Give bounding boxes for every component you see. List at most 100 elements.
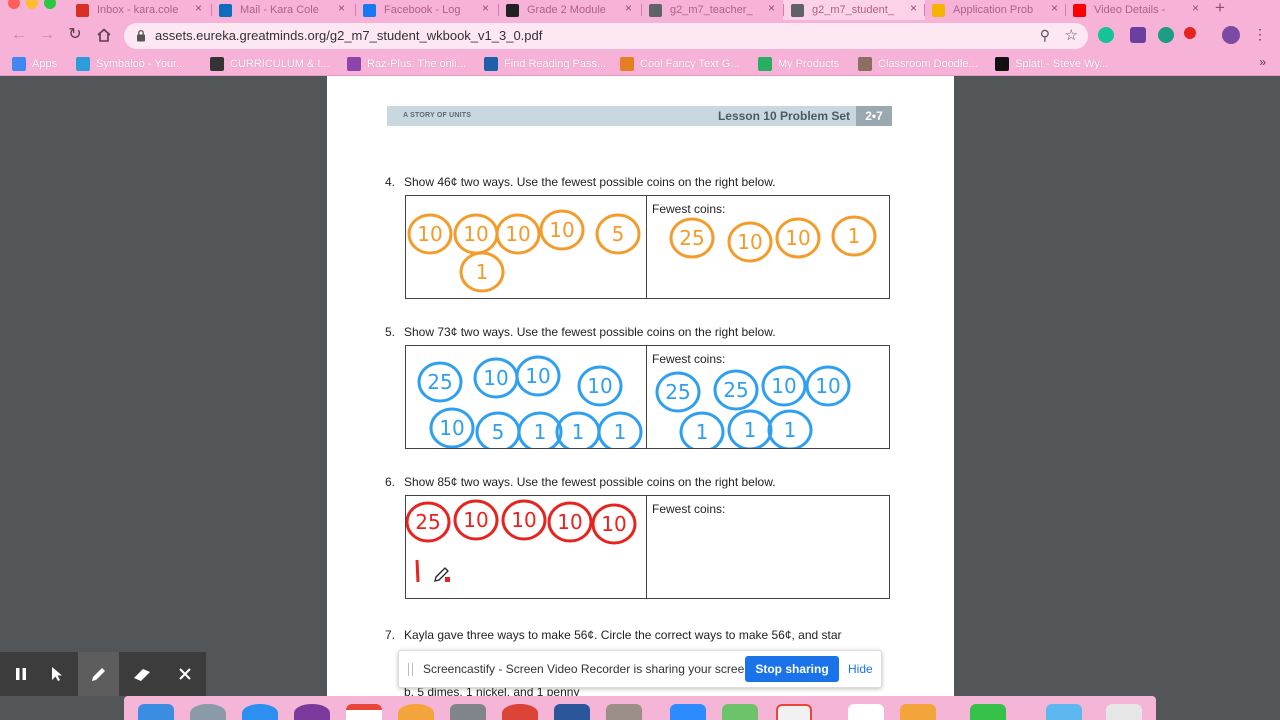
- bookmark-item[interactable]: Apps: [12, 56, 57, 72]
- stop-sharing-button[interactable]: Stop sharing: [745, 656, 839, 682]
- bookmark-item[interactable]: Splat! - Steve Wy...: [995, 56, 1108, 72]
- pencil-app-icon[interactable]: [900, 704, 936, 720]
- answer-box-6[interactable]: Fewest coins: 25 10 10 10 10: [405, 495, 890, 599]
- browser-tab[interactable]: Video Details - ×: [1065, 0, 1207, 20]
- close-tab-icon[interactable]: ×: [338, 1, 345, 15]
- profile-avatar[interactable]: [1222, 26, 1240, 44]
- browser-tab[interactable]: Inbox - kara.cole ×: [68, 0, 210, 20]
- close-tab-icon[interactable]: ×: [625, 1, 632, 15]
- problem-number: 7.: [385, 628, 396, 642]
- bookmark-star-icon[interactable]: ☆: [1065, 26, 1078, 44]
- tab-separator: [498, 4, 499, 16]
- bookmark-item[interactable]: Symbaloo - Your...: [76, 56, 185, 72]
- problem-text: Show 46¢ two ways. Use the fewest possib…: [404, 175, 776, 189]
- close-tab-icon[interactable]: ×: [910, 1, 917, 15]
- more-bookmarks-icon[interactable]: »: [1259, 55, 1266, 69]
- ink-drawing-layer: 25 10 10 10 10: [406, 499, 637, 583]
- browser-tab[interactable]: g2_m7_teacher_ ×: [641, 0, 783, 20]
- pdf-page[interactable]: A STORY OF UNITS Lesson 10 Problem Set 2…: [327, 76, 954, 696]
- browser-tab[interactable]: Mail - Kara Cole ×: [211, 0, 353, 20]
- bookmark-item[interactable]: Find Reading Pass...: [484, 56, 606, 72]
- coin-value-label: 10: [557, 510, 582, 534]
- bookmark-item[interactable]: My Products: [758, 56, 839, 72]
- problem-number: 6.: [385, 475, 396, 489]
- close-tab-icon[interactable]: ×: [768, 1, 775, 15]
- coin-value-label: 10: [511, 508, 536, 532]
- siri-icon[interactable]: [294, 704, 330, 720]
- raz-plus-icon: [347, 57, 361, 71]
- forward-button[interactable]: →: [36, 24, 58, 46]
- word-icon[interactable]: [554, 704, 590, 720]
- pen-tool-button[interactable]: [78, 652, 119, 696]
- pause-recording-button[interactable]: [0, 652, 41, 696]
- system-preferences-icon[interactable]: [450, 704, 486, 720]
- splat-icon: [995, 57, 1009, 71]
- browser-tab[interactable]: g2_m7_student_ ×: [783, 0, 925, 20]
- bookmark-item[interactable]: Classroom Doodle...: [858, 56, 978, 72]
- safari-icon[interactable]: [242, 704, 278, 720]
- close-tab-icon[interactable]: ×: [195, 1, 202, 15]
- coin-value-label: 25: [679, 226, 704, 250]
- reload-button[interactable]: ↻: [64, 24, 86, 46]
- maps-icon[interactable]: [722, 704, 758, 720]
- tab-separator: [783, 4, 784, 16]
- grade-module-badge: 2•7: [856, 106, 892, 126]
- browser-tab[interactable]: Application Prob ×: [924, 0, 1066, 20]
- calendar-icon[interactable]: [346, 704, 382, 720]
- browser-menu-icon[interactable]: ⋮: [1253, 26, 1267, 43]
- bookmark-label: Symbaloo - Your...: [96, 58, 186, 70]
- zoom-app-icon[interactable]: [670, 704, 706, 720]
- home-button[interactable]: [93, 24, 115, 46]
- news-icon[interactable]: [776, 704, 812, 720]
- zoom-icon[interactable]: ⚲: [1040, 27, 1050, 44]
- coin-value-label: 1: [784, 418, 797, 442]
- drawn-coin: 1: [727, 409, 773, 448]
- answer-box-4[interactable]: Fewest coins: 10 10 10 10 5 1 25 10 10 1: [405, 195, 890, 299]
- bookmark-label: My Products: [778, 58, 840, 70]
- browser-tab[interactable]: Grade 2 Module ×: [498, 0, 640, 20]
- extension-a-icon[interactable]: [1158, 27, 1174, 43]
- hide-notification-button[interactable]: Hide: [848, 651, 873, 687]
- bookmark-item[interactable]: CURRICULUM & I...: [210, 56, 330, 72]
- maximize-window-button[interactable]: [44, 0, 56, 9]
- problem-number: 4.: [385, 175, 396, 189]
- photos-icon[interactable]: [398, 704, 434, 720]
- minimize-window-button[interactable]: [26, 0, 38, 9]
- finder-icon[interactable]: [138, 704, 174, 720]
- tab-label: Grade 2 Module: [527, 4, 606, 16]
- bookmark-label: CURRICULUM & I...: [230, 58, 330, 70]
- answer-box-5[interactable]: Fewest coins: 25 10 10 10 10 5 1 1 1 25 25 10 10 1 1 1: [405, 345, 890, 449]
- extension-p-icon[interactable]: [1130, 27, 1146, 43]
- mascot-app-icon[interactable]: [606, 704, 642, 720]
- close-tab-icon[interactable]: ×: [1051, 1, 1058, 15]
- extension-record-icon[interactable]: [1184, 27, 1196, 39]
- bookmark-item[interactable]: Raz-Plus: The onli...: [347, 56, 466, 72]
- coin-value-label: 1: [534, 420, 547, 444]
- facetime-icon[interactable]: [970, 704, 1006, 720]
- close-tab-icon[interactable]: ×: [1192, 1, 1199, 15]
- ink-stroke: [415, 559, 420, 583]
- grammarly-extension-icon[interactable]: [1098, 27, 1114, 43]
- coin-value-label: 10: [463, 508, 488, 532]
- drawn-coin: 10: [407, 213, 453, 255]
- cursor-tool-button[interactable]: [36, 652, 77, 696]
- new-tab-button[interactable]: +: [1215, 0, 1225, 18]
- eraser-tool-button[interactable]: [121, 652, 162, 696]
- bookmark-item[interactable]: Cool Fancy Text G...: [620, 56, 739, 72]
- close-tab-icon[interactable]: ×: [482, 1, 489, 15]
- downloads-folder-icon[interactable]: [1046, 704, 1082, 720]
- chrome-icon[interactable]: [502, 704, 538, 720]
- coin-value-label: 10: [771, 374, 796, 398]
- browser-tab[interactable]: Facebook - Log ×: [355, 0, 497, 20]
- drawn-coin: 1: [767, 409, 813, 448]
- launchpad-icon[interactable]: [190, 704, 226, 720]
- acrobat-icon[interactable]: [848, 704, 884, 720]
- gmail-icon: [76, 3, 89, 17]
- weebly-icon: [210, 57, 224, 71]
- trash-icon[interactable]: [1106, 704, 1142, 720]
- close-annotation-button[interactable]: [164, 652, 205, 696]
- back-button[interactable]: ←: [8, 24, 30, 46]
- close-window-button[interactable]: [8, 0, 20, 9]
- drag-handle[interactable]: [408, 663, 413, 676]
- address-bar[interactable]: assets.eureka.greatminds.org/g2_m7_stude…: [124, 23, 1088, 49]
